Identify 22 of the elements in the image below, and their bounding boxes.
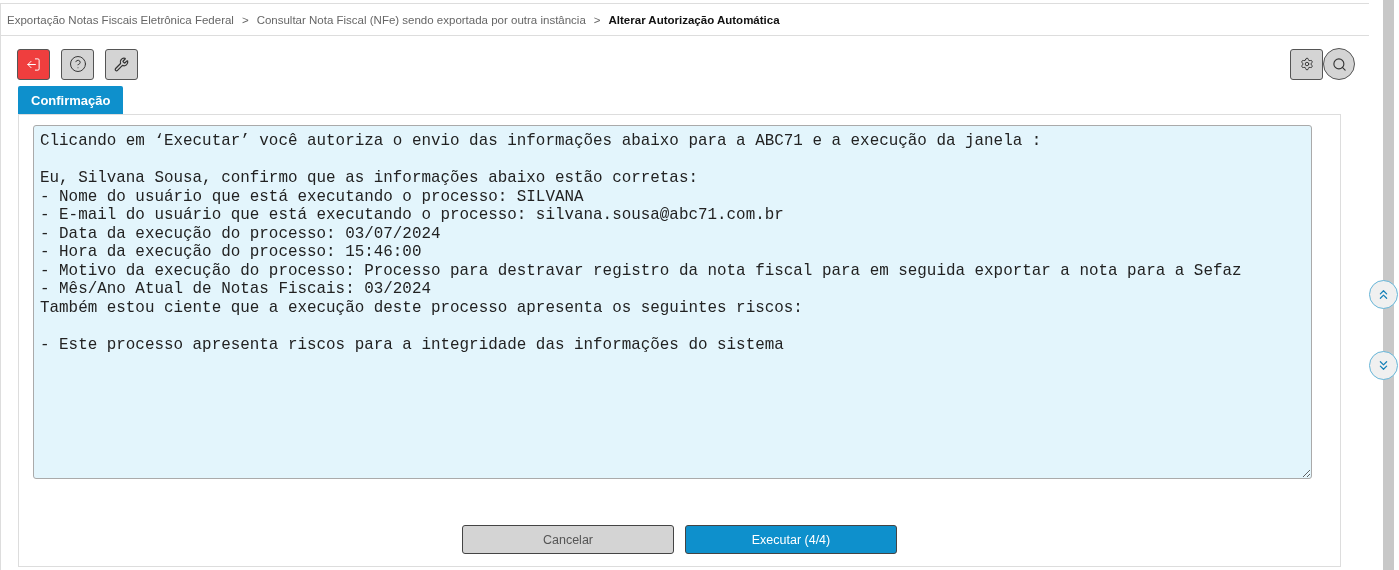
breadcrumb-separator: > bbox=[593, 13, 601, 26]
tab[interactable]: Confirmação bbox=[18, 86, 124, 114]
settings-button[interactable] bbox=[1290, 48, 1323, 80]
scrollbar[interactable] bbox=[1383, 0, 1394, 570]
execute-button[interactable]: Executar (4/4) bbox=[685, 525, 897, 554]
help-icon bbox=[68, 55, 87, 73]
breadcrumb-separator: > bbox=[241, 13, 249, 26]
exit-button[interactable] bbox=[17, 48, 50, 80]
search-icon bbox=[1331, 56, 1347, 72]
breadcrumb-item[interactable]: Exportação Notas Fiscais Eletrônica Federal bbox=[7, 13, 234, 26]
search-button[interactable] bbox=[1323, 48, 1355, 80]
scroll-up-button[interactable] bbox=[1369, 280, 1398, 309]
wrench-button[interactable] bbox=[105, 48, 138, 80]
help-button[interactable] bbox=[61, 48, 94, 80]
settings-icon bbox=[1299, 57, 1314, 71]
wrench-icon bbox=[114, 56, 129, 72]
scroll-down-button[interactable] bbox=[1369, 351, 1398, 380]
message-field[interactable]: Clicando em ‘Executar’ você autoriza o envio das informações abaixo para a ABC71 e a execução da janela : Eu, Silvana Sousa, confirmo que as informações abaixo estão corretas: - Nome do usuário que está executando o processo: SILVANA - E-mail do usuário que está executando o processo: silvana.sousa@abc71.com.br - Data da execução do processo: 03/07/2024 - Hora da execução do processo: 15:46:00 - Motivo da execução do processo: Processo para destravar registro da nota fiscal para em seguida exportar a nota para a Sefaz - Mês/Ano Atual de Notas Fiscais: 03/2024 Também estou ciente que a execução deste processo apresenta os seguintes riscos: - Este processo apresenta riscos para a integridade das informações do sistema bbox=[33, 125, 1312, 479]
exit-icon bbox=[26, 56, 41, 72]
breadcrumb-item: Alterar Autorização Automática bbox=[608, 13, 780, 26]
breadcrumb-item[interactable]: Consultar Nota Fiscal (NFe) sendo exportada por outra instância bbox=[256, 13, 586, 26]
cancel-button[interactable]: Cancelar bbox=[462, 525, 674, 554]
